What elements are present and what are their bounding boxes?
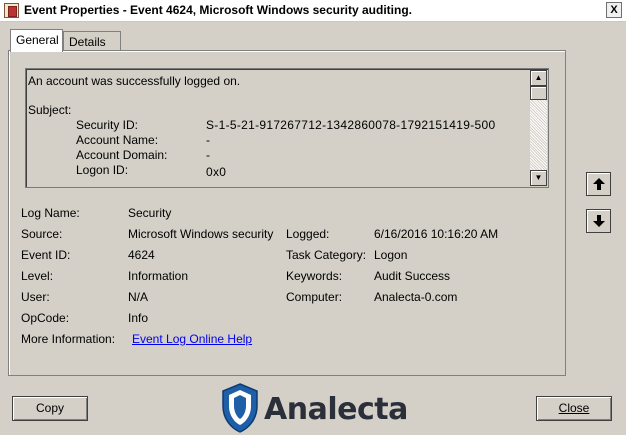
title-bar: Event Properties - Event 4624, Microsoft… xyxy=(0,0,626,22)
description-value: - xyxy=(206,133,211,147)
description-key: Security ID: xyxy=(76,118,139,132)
event-id-label: Event ID: xyxy=(21,248,71,262)
computer-value: Analecta-0.com xyxy=(374,290,458,304)
window-close-button[interactable]: X xyxy=(606,2,622,18)
description-scrollbar[interactable]: ▲ ▼ xyxy=(530,70,547,186)
next-event-button[interactable] xyxy=(586,209,611,233)
level-label: Level: xyxy=(21,269,54,283)
tab-general[interactable]: General xyxy=(10,29,63,52)
description-key: Logon ID: xyxy=(76,163,129,177)
scroll-thumb[interactable] xyxy=(530,86,547,100)
description-first-line: An account was successfully logged on. xyxy=(28,74,241,88)
window-title: Event Properties - Event 4624, Microsoft… xyxy=(24,3,412,17)
analecta-logo: Analecta xyxy=(220,382,408,434)
tab-details[interactable]: Details xyxy=(63,31,121,51)
opcode-value: Info xyxy=(128,311,149,325)
description-key: Account Domain: xyxy=(76,148,168,162)
opcode-label: OpCode: xyxy=(21,311,70,325)
description-section-heading: Subject: xyxy=(28,103,72,117)
arrow-up-icon xyxy=(593,178,605,190)
source-label: Source: xyxy=(21,227,63,241)
computer-label: Computer: xyxy=(286,290,343,304)
event-description-text: An account was successfully logged on. S… xyxy=(28,71,528,185)
keywords-value: Audit Success xyxy=(374,269,451,283)
description-value: S-1-5-21-917267712-1342860078-1792151419… xyxy=(206,118,496,132)
keywords-label: Keywords: xyxy=(286,269,343,283)
close-button-label: Close xyxy=(558,401,590,415)
log-name-label: Log Name: xyxy=(21,206,80,220)
description-key: Account Name: xyxy=(76,133,159,147)
level-value: Information xyxy=(128,269,189,283)
event-log-online-help-link[interactable]: Event Log Online Help xyxy=(132,332,252,346)
logged-label: Logged: xyxy=(286,227,330,241)
scroll-track[interactable] xyxy=(530,100,547,170)
arrow-down-icon xyxy=(593,215,605,227)
source-value: Microsoft Windows security xyxy=(128,227,274,241)
copy-button[interactable]: Copy xyxy=(12,396,88,421)
close-button[interactable]: Close xyxy=(536,396,612,421)
task-category-value: Logon xyxy=(374,248,408,262)
user-label: User: xyxy=(21,290,50,304)
general-tab-panel: An account was successfully logged on. S… xyxy=(8,50,566,376)
event-id-value: 4624 xyxy=(128,248,155,262)
logged-value: 6/16/2016 10:16:20 AM xyxy=(374,227,499,241)
shield-logo-icon xyxy=(222,383,258,433)
description-value: 0x0 xyxy=(206,165,227,179)
scroll-down-arrow-icon[interactable]: ▼ xyxy=(530,170,547,186)
event-description-box[interactable]: An account was successfully logged on. S… xyxy=(25,68,549,188)
logo-wordmark: Analecta xyxy=(264,392,408,427)
previous-event-button[interactable] xyxy=(586,172,611,196)
more-information-label: More Information: xyxy=(21,332,116,346)
log-name-value: Security xyxy=(128,206,172,220)
task-category-label: Task Category: xyxy=(286,248,367,262)
description-value: - xyxy=(206,148,211,162)
event-viewer-icon xyxy=(4,3,19,18)
user-value: N/A xyxy=(128,290,149,304)
scroll-up-arrow-icon[interactable]: ▲ xyxy=(530,70,547,86)
